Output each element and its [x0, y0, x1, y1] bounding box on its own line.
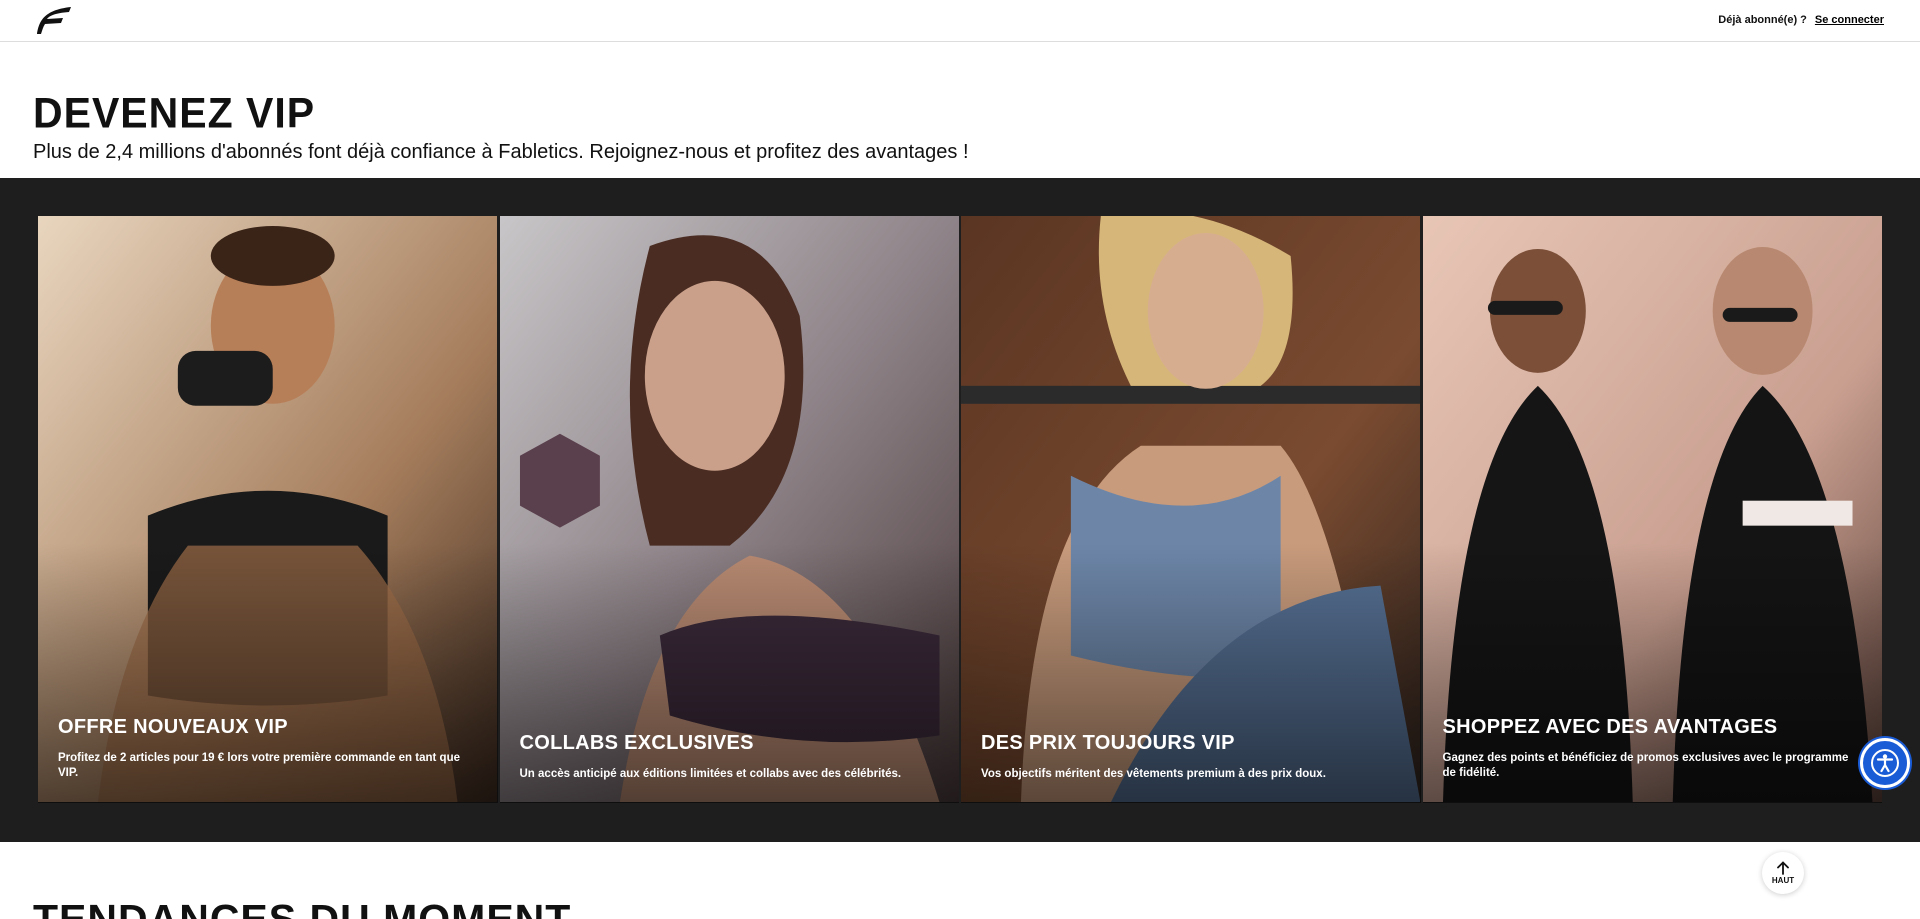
- benefit-card-overlay: [499, 543, 959, 803]
- benefit-card-new-vip-offer[interactable]: OFFRE NOUVEAUX VIP Profitez de 2 article…: [38, 216, 498, 803]
- benefit-card-description: Un accès anticipé aux éditions limitées …: [519, 768, 902, 780]
- accessibility-button[interactable]: [1860, 738, 1910, 788]
- benefit-card-title: OFFRE NOUVEAUX VIP: [58, 716, 288, 738]
- back-to-top-label: HAUT: [1771, 876, 1795, 885]
- benefit-card-description: Vos objectifs méritent des vêtements pre…: [981, 768, 1326, 780]
- section-title-trending: TENDANCES DU MOMENT: [33, 896, 572, 919]
- top-header: Déjà abonné(e) ? Se connecter: [0, 0, 1920, 42]
- benefit-card-title: COLLABS EXCLUSIVES: [519, 732, 754, 754]
- benefit-card-title: SHOPPEZ AVEC DES AVANTAGES: [1442, 716, 1778, 738]
- account-links: Déjà abonné(e) ? Se connecter: [1718, 14, 1884, 26]
- already-member-text: Déjà abonné(e) ?: [1718, 14, 1807, 26]
- page-title: DEVENEZ VIP: [33, 88, 316, 138]
- benefit-card-title: DES PRIX TOUJOURS VIP: [981, 732, 1235, 754]
- benefit-card-shop-with-perks[interactable]: SHOPPEZ AVEC DES AVANTAGES Gagnez des po…: [1422, 216, 1882, 803]
- benefit-card-vip-prices[interactable]: DES PRIX TOUJOURS VIP Vos objectifs méri…: [961, 216, 1421, 803]
- arrow-up-icon: [1777, 861, 1789, 875]
- benefit-card-description: Profitez de 2 articles pour 19 € lors vo…: [58, 752, 460, 779]
- benefit-card-description: Gagnez des points et bénéficiez de promo…: [1442, 752, 1849, 779]
- fabletics-logo-icon[interactable]: [33, 4, 73, 36]
- benefit-card-exclusive-collabs[interactable]: COLLABS EXCLUSIVES Un accès anticipé aux…: [499, 216, 959, 803]
- back-to-top-button[interactable]: HAUT: [1762, 852, 1804, 894]
- login-link[interactable]: Se connecter: [1815, 14, 1884, 26]
- vip-benefits-cards: OFFRE NOUVEAUX VIP Profitez de 2 article…: [38, 216, 1882, 803]
- benefit-card-overlay: [961, 543, 1421, 803]
- accessibility-icon: [1871, 749, 1899, 777]
- page-subtitle: Plus de 2,4 millions d'abonnés font déjà…: [33, 141, 969, 163]
